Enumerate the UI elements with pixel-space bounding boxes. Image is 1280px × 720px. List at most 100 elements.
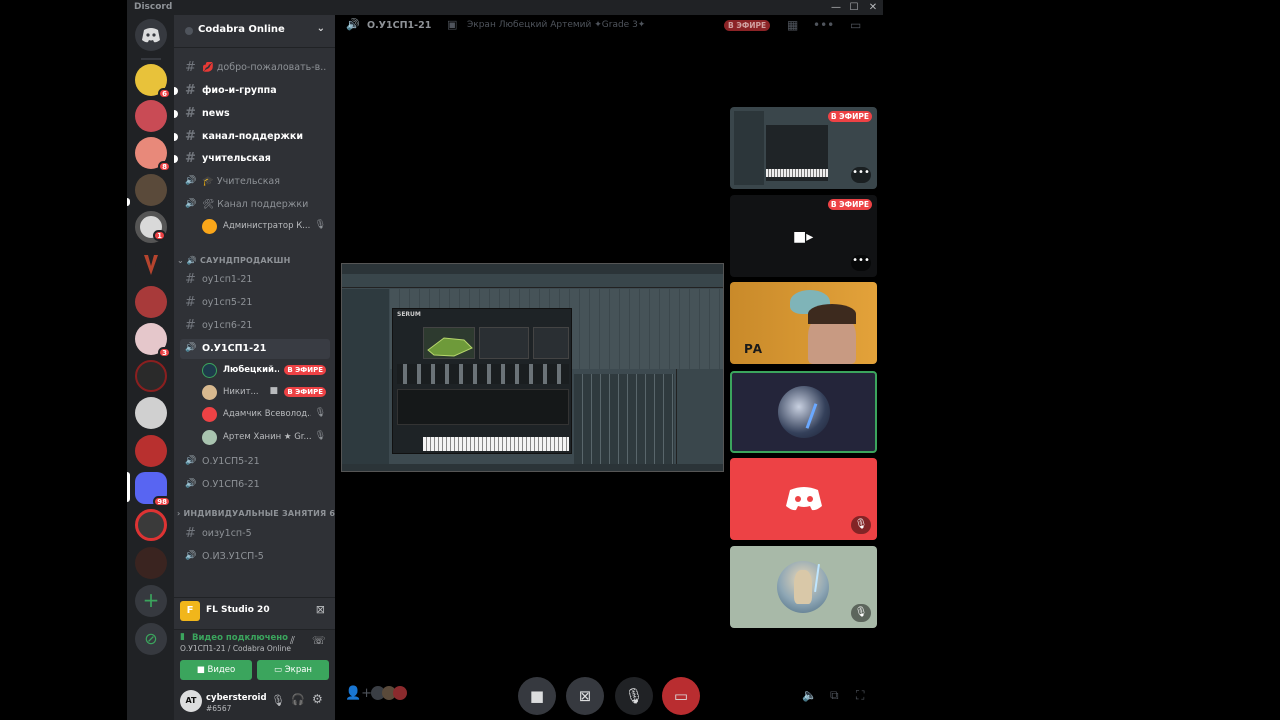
settings-gear-icon[interactable]: ⚙	[312, 692, 323, 706]
minimize-button[interactable]: —	[829, 1, 843, 14]
channel-oizu[interactable]: # оизу1сп-5	[180, 524, 330, 544]
avatar	[393, 686, 407, 700]
volume-icon[interactable]: 🔈	[802, 688, 817, 702]
microphone-icon[interactable]: 🎙	[271, 694, 285, 707]
explore-servers-button[interactable]: ⊘	[135, 623, 167, 655]
channel-label: О.У1СП6-21	[202, 479, 260, 490]
channel-welcome[interactable]: # 💋 добро-пожаловать-в...	[180, 58, 330, 78]
more-options-icon[interactable]: •••	[813, 18, 834, 32]
channel-label: news	[202, 108, 230, 119]
voice-location[interactable]: О.У1СП1-21 / Codabra Online	[180, 644, 291, 653]
v-logo-icon	[144, 255, 158, 275]
screen-share-toggle-button[interactable]: ⊠	[566, 677, 604, 715]
fullscreen-icon[interactable]: ⛶	[856, 688, 864, 703]
channel-fio[interactable]: # фио-и-группа	[174, 81, 330, 101]
channel-teachers[interactable]: # учительская	[174, 149, 330, 169]
stream-tile-1[interactable]: В ЭФИРЕ •••	[730, 107, 877, 189]
tile-thumb-keys	[766, 169, 828, 177]
avatar-tile-speaking[interactable]	[730, 371, 877, 453]
webcam-hair	[808, 304, 856, 324]
camera-toggle-button[interactable]: ■	[518, 677, 556, 715]
maximize-button[interactable]: ☐	[847, 1, 861, 14]
server-icon-4[interactable]	[135, 174, 167, 206]
more-options-icon[interactable]: •••	[851, 255, 871, 271]
stream-tile-2[interactable]: В ЭФИРЕ ■▸ •••	[730, 195, 877, 277]
channel-ou1sp1[interactable]: # оу1сп1-21	[180, 270, 330, 290]
server-icon-14[interactable]	[135, 547, 167, 579]
mention-badge: 8	[158, 161, 171, 172]
channel-support-text[interactable]: # канал-поддержки	[174, 127, 330, 147]
popout-icon[interactable]: ▭	[850, 18, 861, 32]
channel-news[interactable]: # news	[174, 104, 330, 124]
server-icon-3[interactable]: 8	[135, 137, 171, 172]
channel-sidebar: Codabra Online ⌄ # 💋 добро-пожаловать-в..…	[174, 15, 335, 720]
voice-channel-support[interactable]: 🔊 🛠 Канал поддержки	[180, 195, 330, 215]
server-icon-10[interactable]	[135, 397, 167, 429]
voice-channel-oiz[interactable]: 🔊 О.ИЗ.У1СП-5	[180, 547, 330, 567]
popout-icon[interactable]: ⧉	[830, 688, 839, 703]
discord-logo-icon	[786, 487, 822, 511]
serum-noise	[533, 327, 569, 359]
hash-icon: #	[185, 60, 196, 75]
speaker-icon: 🔊	[185, 551, 197, 561]
video-button[interactable]: ■ Видео	[180, 660, 252, 680]
voice-channel-ou1sp6[interactable]: 🔊 О.У1СП6-21	[180, 475, 330, 495]
more-options-icon[interactable]: •••	[851, 167, 871, 183]
fl-menubar	[342, 264, 723, 274]
serum-knobs	[397, 364, 569, 384]
mic-muted-icon: 🎙	[851, 516, 871, 534]
webcam-tile[interactable]: РА	[730, 282, 877, 364]
screen-share-button[interactable]: ▭ Экран	[257, 660, 329, 680]
close-button[interactable]: ✕	[866, 1, 880, 14]
home-button[interactable]	[135, 19, 167, 51]
headphones-icon[interactable]: 🎧	[291, 693, 305, 706]
hangup-icon: ▭	[673, 687, 689, 705]
voice-channel-active[interactable]: 🔊 О.У1СП1-21	[180, 339, 330, 359]
serum-osc-b	[479, 327, 529, 359]
noise-suppression-icon[interactable]: ⫽	[290, 634, 295, 648]
channel-label: оу1сп6-21	[202, 320, 253, 331]
server-header[interactable]: Codabra Online ⌄	[174, 15, 335, 48]
grid-layout-icon[interactable]: ▦	[787, 18, 798, 32]
category-individual[interactable]: › ИНДИВИДУАЛЬНЫЕ ЗАНЯТИЯ 6	[177, 509, 335, 518]
voice-user-2[interactable]: Никит... ■ В ЭФИРЕ	[202, 383, 330, 403]
server-icon-5[interactable]: 1	[135, 211, 167, 243]
user-avatar[interactable]: AT	[180, 690, 202, 712]
add-server-button[interactable]: +	[135, 585, 167, 617]
voice-user-3[interactable]: Адамчик Всеволод... 🎙	[202, 405, 330, 425]
voice-channel-teachers[interactable]: 🔊 🎓 Учительская	[180, 172, 330, 192]
disconnect-icon[interactable]: ☏	[312, 634, 326, 647]
call-channel-name: О.У1СП1-21	[367, 20, 432, 31]
discord-avatar-tile[interactable]: 🎙	[730, 458, 877, 540]
voice-user-1[interactable]: Любецкий... В ЭФИРЕ	[202, 361, 330, 381]
main-stream-view[interactable]: SERUM	[341, 263, 724, 472]
server-icon-8[interactable]: 3	[135, 323, 171, 358]
category-sound[interactable]: ⌄ 🔊 САУНДПРОДАКШН	[177, 256, 291, 265]
invite-user-icon[interactable]: 👤+	[345, 686, 372, 701]
fl-mixer	[574, 374, 674, 466]
server-icon-1[interactable]: 6	[135, 64, 171, 99]
channel-ou1sp6[interactable]: # оу1сп6-21	[180, 316, 330, 336]
server-icon-6[interactable]	[135, 248, 167, 280]
stop-streaming-icon[interactable]: ⊠	[316, 603, 325, 616]
server-icon-7[interactable]	[135, 286, 167, 318]
server-icon-2[interactable]	[135, 100, 167, 132]
channel-ou1sp5[interactable]: # оу1сп5-21	[180, 293, 330, 313]
voice-channel-ou1sp5[interactable]: 🔊 О.У1СП5-21	[180, 452, 330, 472]
voice-user-4[interactable]: Артем Ханин ★ Gr... 🎙	[202, 428, 330, 448]
fl-studio-logo: F	[180, 601, 200, 621]
server-status-dot	[185, 27, 193, 35]
disconnect-button[interactable]: ▭	[662, 677, 700, 715]
server-icon-9[interactable]	[135, 360, 167, 392]
server-icon-11[interactable]	[135, 435, 167, 467]
user-name: cybersteroid	[206, 693, 267, 703]
discord-home-icon	[142, 28, 160, 43]
mention-badge: 3	[158, 347, 171, 358]
mute-toggle-button[interactable]: 🎙	[615, 677, 653, 715]
voice-user-admin[interactable]: Администратор К... 🎙	[202, 217, 330, 237]
hash-icon: #	[185, 272, 196, 287]
serum-wavetable	[423, 327, 475, 359]
server-icon-13[interactable]	[135, 509, 167, 541]
avatar-tile-obiwan[interactable]: 🎙	[730, 546, 877, 628]
server-icon-codabra[interactable]: 98	[135, 472, 171, 507]
